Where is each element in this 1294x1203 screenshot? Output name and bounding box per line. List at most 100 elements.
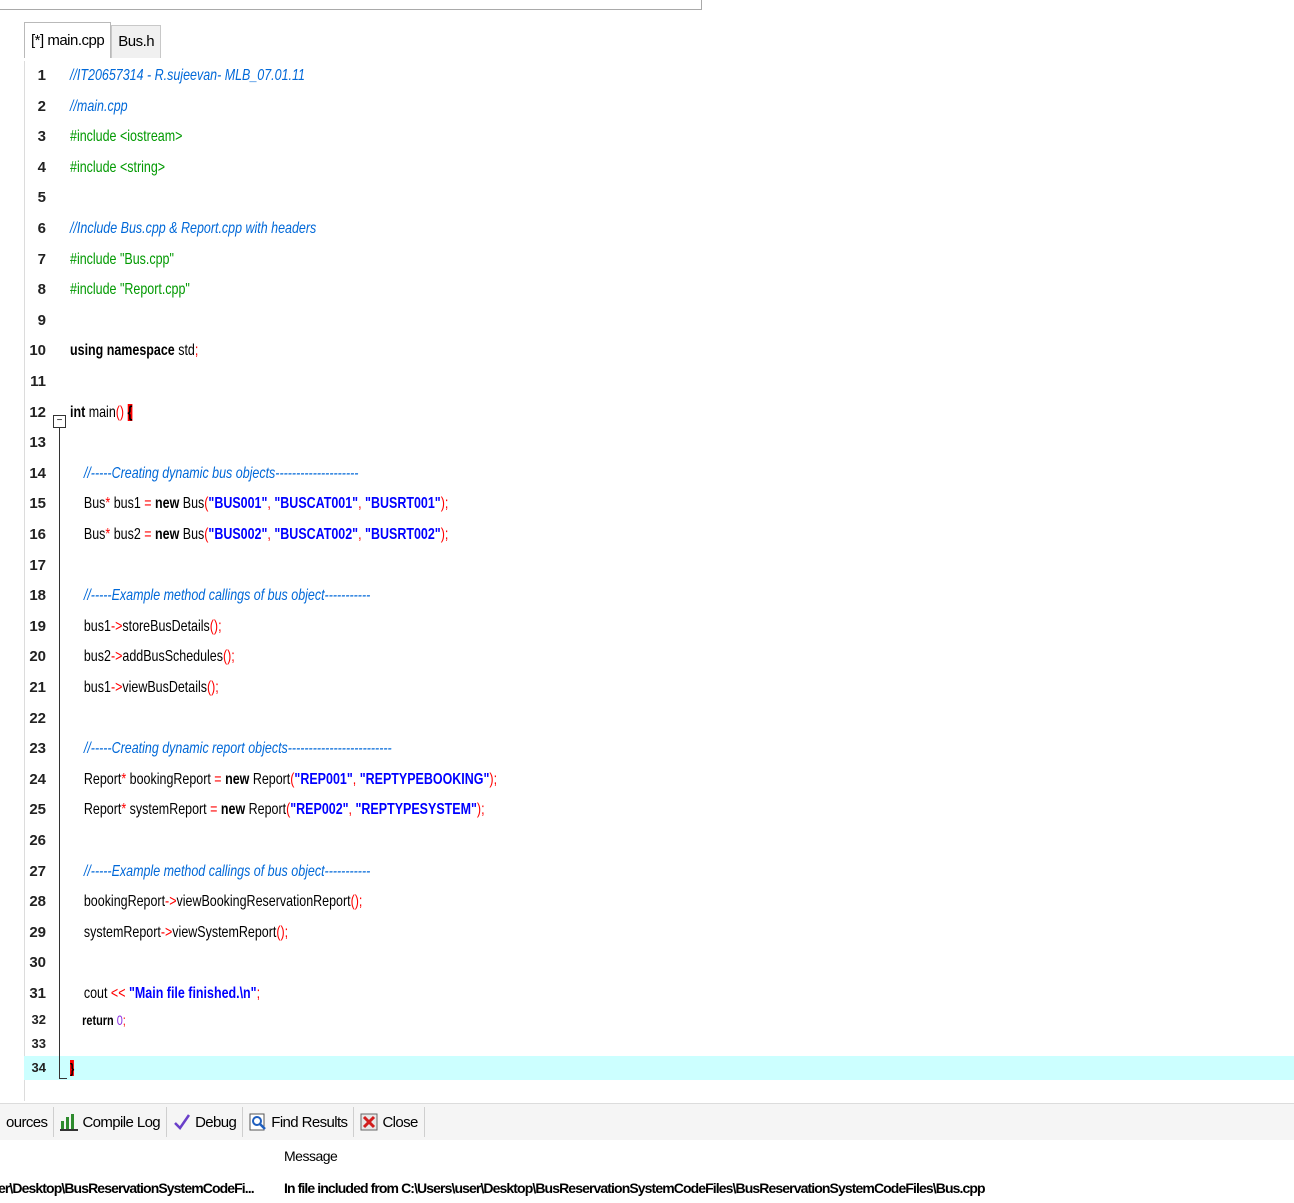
line-number: 14 [29,464,46,482]
debug-label: Debug [195,1113,237,1131]
code-line[interactable]: 34} [24,1055,1294,1080]
top-border [0,0,1294,14]
line-number: 8 [37,281,46,299]
tab-close[interactable]: Close [354,1107,425,1137]
line-number: 28 [29,893,46,911]
code-text: //-----Creating dynamic bus objects-----… [83,464,359,482]
code-line[interactable]: 20 bus2->addBusSchedules(); [24,642,1294,672]
line-number: 26 [29,832,46,849]
code-line[interactable]: 4 #include <string> [24,153,1294,183]
code-line[interactable]: 12 int main() { [24,398,1294,428]
line-number: 12 [29,403,46,421]
code-line[interactable]: 19 bus1->storeBusDetails(); [24,612,1294,642]
tab-compile-log[interactable]: Compile Log [54,1107,168,1137]
line-number: 18 [29,587,46,605]
tab-resources[interactable]: ources [0,1107,55,1137]
line-number: 24 [29,770,46,788]
tab-bus-h[interactable]: Bus.h [111,25,162,58]
line-number: 27 [29,862,46,880]
code-line[interactable]: 23 //-----Creating dynamic report object… [24,734,1294,764]
code-line[interactable]: 30 [24,948,1294,978]
line-number: 23 [29,740,46,758]
compile-log-label: Compile Log [82,1113,161,1131]
code-line[interactable]: 9 [24,306,1294,336]
line-number: 29 [29,923,46,941]
line-number: 7 [37,250,46,268]
tab-debug[interactable]: Debug [167,1107,244,1137]
line-number: 11 [30,373,46,390]
line-number: 30 [29,954,46,972]
code-line[interactable]: 28 bookingReport->viewBookingReservation… [24,887,1294,917]
code-line[interactable]: 5 [24,183,1294,213]
code-line[interactable]: 11 [24,367,1294,397]
code-line[interactable]: 8 #include "Report.cpp" [24,275,1294,305]
line-number: 4 [37,158,46,176]
code-text: #include <iostream> [70,128,183,146]
line-number: 1 [37,67,46,84]
line-number: 21 [29,679,46,696]
message-row[interactable]: er\Desktop\BusReservationSystemCodeFi...… [0,1180,1294,1202]
line-number: 31 [29,985,46,1002]
code-line[interactable]: 2 //main.cpp [24,92,1294,122]
line-number: 16 [29,526,46,543]
close-label: Close [382,1113,418,1131]
message-file: er\Desktop\BusReservationSystemCodeFi... [0,1180,255,1196]
find-results-label: Find Results [271,1113,348,1131]
line-number: 25 [29,801,46,819]
fold-guide-line [59,428,60,1078]
code-line[interactable]: 13 [24,428,1294,458]
code-line[interactable]: 7 #include "Bus.cpp" [24,245,1294,275]
code-text: #include <string> [70,158,166,176]
code-text: cout << "Main file finished.\n"; [70,985,261,1002]
tab-main-cpp[interactable]: [*] main.cpp [24,22,112,58]
message-text: In file included from C:\Users\user\Desk… [284,1180,986,1196]
close-panel-icon [360,1113,378,1131]
code-line[interactable]: 17 [24,551,1294,581]
code-text: Bus* bus2 = new Bus("BUS002", "BUSCAT002… [70,526,449,543]
code-line[interactable]: 15 Bus* bus1 = new Bus("BUS001", "BUSCAT… [24,489,1294,519]
compile-log-icon [60,1113,79,1131]
code-text: //IT20657314 - R.sujeevan- MLB_07.01.11 [70,67,305,84]
line-number: 5 [37,189,46,207]
fold-collapse-icon[interactable]: − [53,415,66,428]
line-number: 10 [29,342,46,360]
code-line[interactable]: 24 Report* bookingReport = new Report("R… [24,765,1294,795]
code-line[interactable]: 22 [24,704,1294,734]
code-line[interactable]: 21 bus1->viewBusDetails(); [24,673,1294,703]
code-line[interactable]: 1 //IT20657314 - R.sujeevan- MLB_07.01.11 [24,61,1294,91]
code-line[interactable]: 29 systemReport->viewSystemReport(); [24,918,1294,948]
editor-tabs: [*] main.cpp Bus.h [24,22,162,58]
code-text: using namespace std; [70,342,199,360]
line-number: 13 [29,434,46,452]
code-line[interactable]: 10 using namespace std; [24,336,1294,366]
code-text: systemReport->viewSystemReport(); [70,923,289,941]
code-text: } [70,1059,75,1076]
code-line[interactable]: 32 return 0; [24,1008,1294,1032]
code-line[interactable]: 3 #include <iostream> [24,122,1294,152]
code-text: //Include Bus.cpp & Report.cpp with head… [70,220,317,237]
code-line[interactable]: 18 //-----Example method callings of bus… [24,581,1294,611]
code-line[interactable]: 25 Report* systemReport = new Report("RE… [24,795,1294,825]
debug-check-icon [173,1113,191,1131]
code-line[interactable]: 16 Bus* bus2 = new Bus("BUS002", "BUSCAT… [24,520,1294,550]
code-line[interactable]: 6 //Include Bus.cpp & Report.cpp with hea… [24,214,1294,244]
fold-end-marker [59,1078,67,1079]
line-number: 3 [37,128,46,146]
code-text: Report* bookingReport = new Report("REP0… [70,770,498,788]
code-text: bus1->storeBusDetails(); [70,617,222,635]
line-number: 2 [37,97,46,115]
tab-find-results[interactable]: Find Results [243,1107,355,1137]
code-line[interactable]: 31 cout << "Main file finished.\n"; [24,979,1294,1009]
line-number: 19 [29,617,46,635]
code-line[interactable]: 14 //-----Creating dynamic bus objects--… [24,459,1294,489]
line-number: 9 [37,311,46,329]
code-line[interactable]: 26 [24,826,1294,856]
line-number: 33 [31,1035,46,1051]
code-line[interactable]: 33 [24,1032,1294,1056]
resources-tab-label: ources [6,1113,48,1131]
message-column-header[interactable]: Message [284,1148,338,1164]
code-text: //-----Creating dynamic report objects--… [83,740,392,758]
code-line[interactable]: 27 //-----Example method callings of bus… [24,857,1294,887]
line-number: 15 [29,495,46,513]
code-editor[interactable]: 1 //IT20657314 - R.sujeevan- MLB_07.01.11… [24,61,1294,1101]
